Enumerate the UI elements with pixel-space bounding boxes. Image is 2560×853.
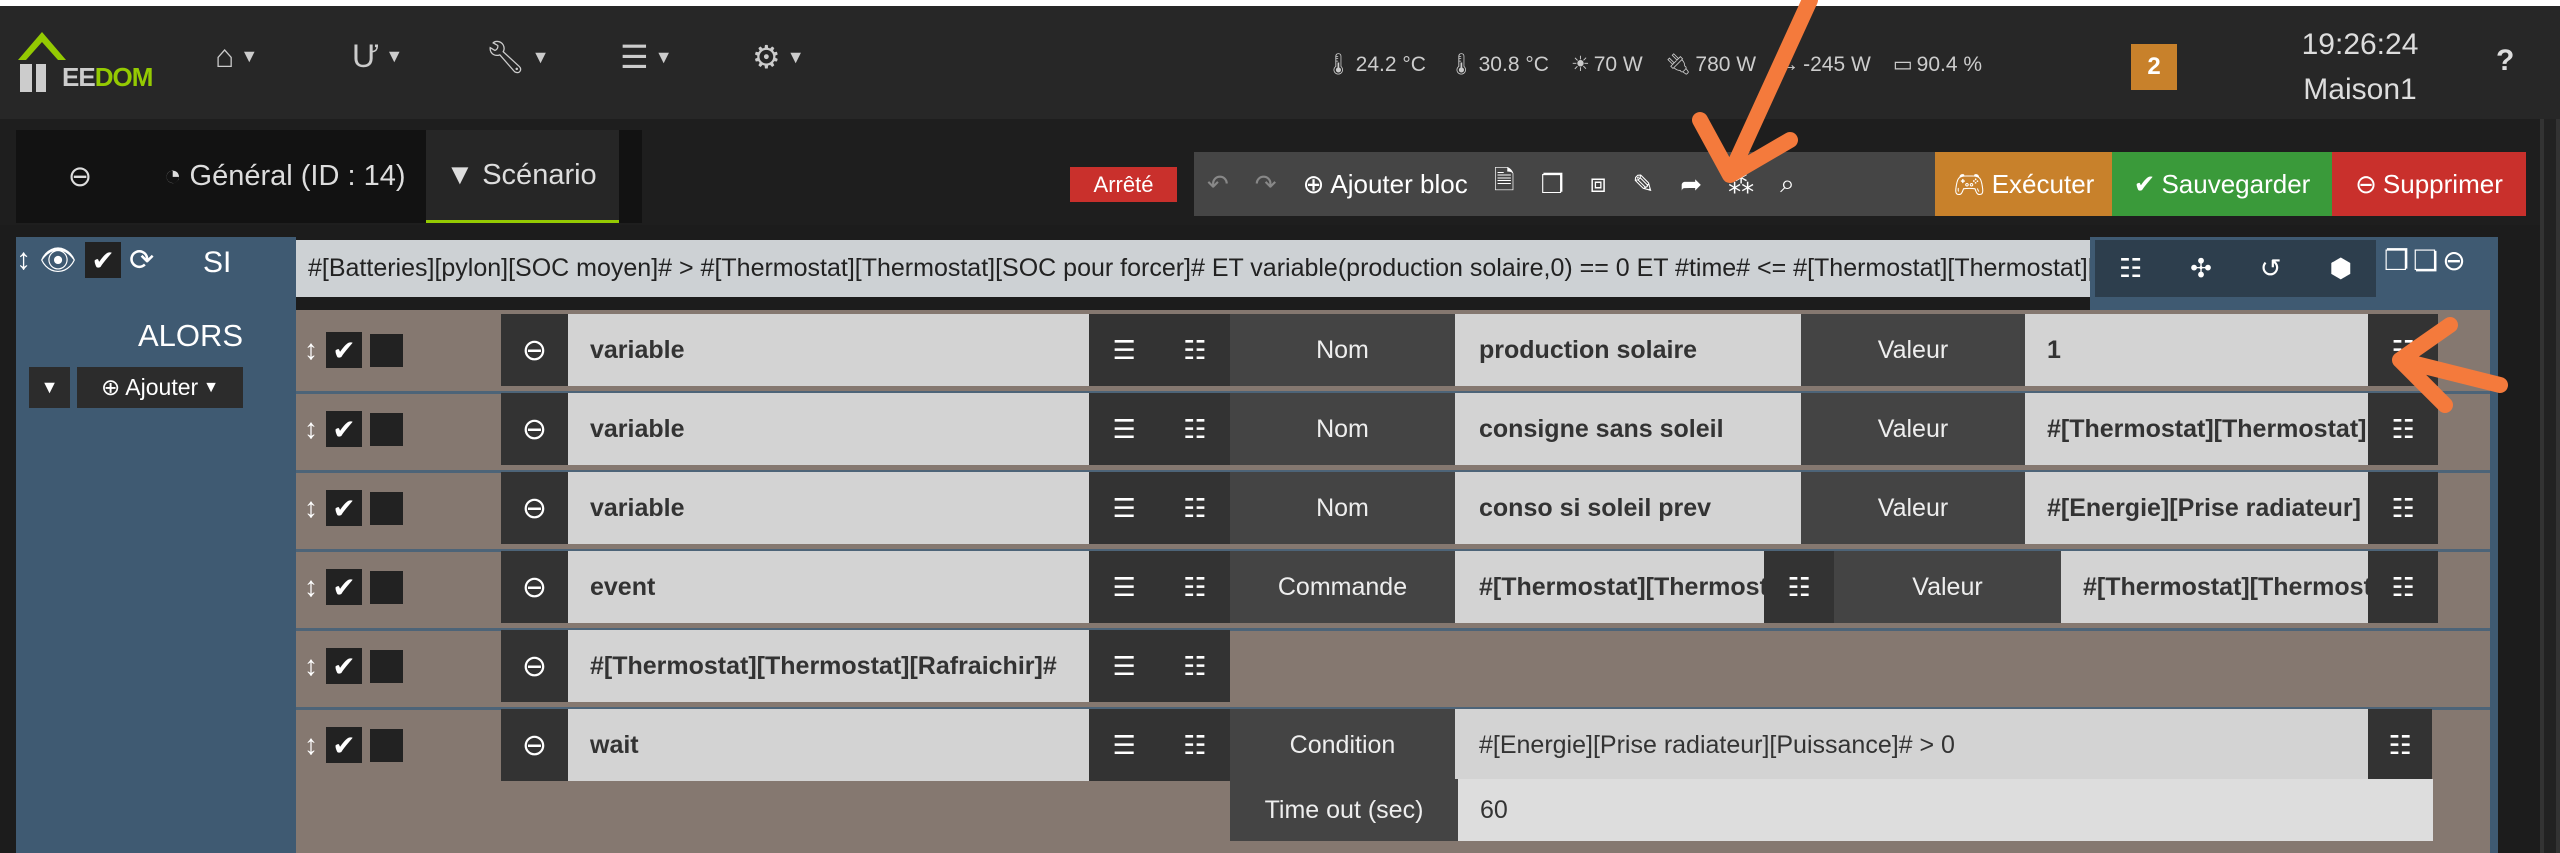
- annotation-arrows: [1692, 0, 2508, 413]
- annotation-arrow: [2392, 317, 2508, 413]
- annotation-arrow: [1692, 0, 1818, 183]
